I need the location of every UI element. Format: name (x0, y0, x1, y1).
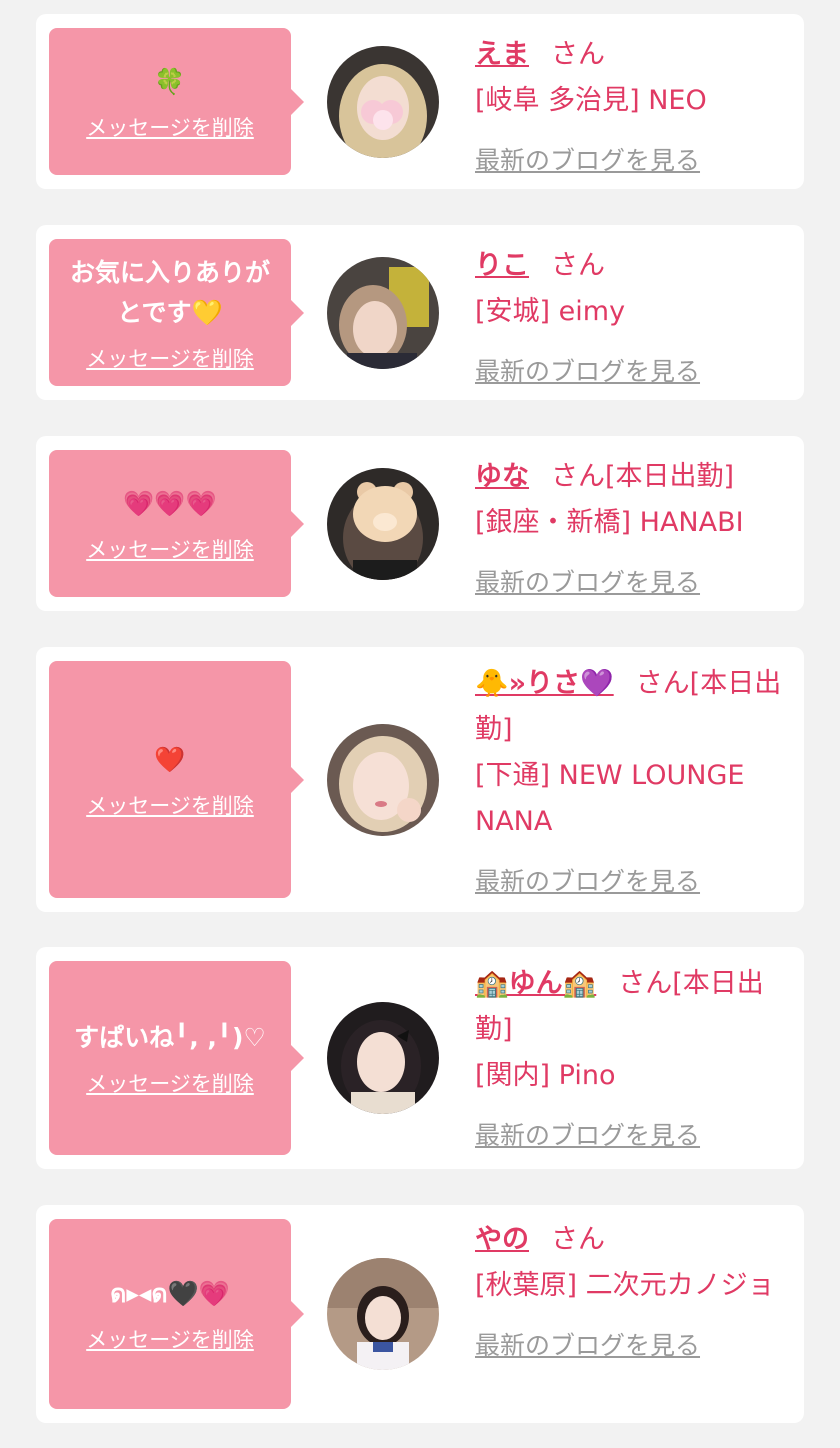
avatar[interactable] (327, 468, 439, 580)
honorific: さん (551, 39, 605, 70)
honorific: さん[本日出勤] (551, 461, 735, 492)
latest-blog-link[interactable]: 最新のブログを見る (475, 1323, 700, 1369)
message-text: すぱいね╹, ,╹)♡ (74, 1023, 266, 1052)
message-text: お気に入りありがとです💛 (69, 257, 270, 327)
message-text: 💗💗💗 (123, 488, 217, 518)
message-bubble: すぱいね╹, ,╹)♡ メッセージを削除 (49, 961, 304, 1155)
message-text: 🍀 (154, 66, 186, 96)
message-bubble: ❤️ メッセージを削除 (49, 661, 304, 898)
favorite-card: 🍀 メッセージを削除 えま さん [岐阜 多治見] NEO 最新のブログを見る (36, 14, 804, 189)
name-line: えま さん (475, 32, 793, 78)
profile-name-link[interactable]: 🐥»りさ💜 (475, 668, 614, 699)
favorite-card: すぱいね╹, ,╹)♡ メッセージを削除 🏫ゆん🏫 さん[本日出勤] [関内] P… (36, 947, 804, 1169)
delete-message-link[interactable]: メッセージを削除 (86, 343, 254, 373)
avatar[interactable] (327, 1002, 439, 1114)
delete-message-link[interactable]: メッセージを削除 (86, 112, 254, 142)
name-line: りこ さん (475, 243, 793, 289)
profile-info: やの さん [秋葉原] 二次元カノジョ 最新のブログを見る (475, 1217, 793, 1369)
delete-message-link[interactable]: メッセージを削除 (86, 1068, 254, 1098)
shop-name: [銀座・新橋] HANABI (475, 507, 744, 538)
profile-info: ゆな さん[本日出勤] [銀座・新橋] HANABI 最新のブログを見る (475, 454, 793, 606)
honorific: さん (551, 250, 605, 281)
latest-blog-link[interactable]: 最新のブログを見る (475, 859, 700, 905)
profile-info: 🐥»りさ💜 さん[本日出勤] [下通] NEW LOUNGE NANA 最新のブロ… (475, 661, 793, 905)
shop-name: [秋葉原] 二次元カノジョ (475, 1270, 775, 1301)
message-bubble: お気に入りありがとです💛 メッセージを削除 (49, 239, 304, 386)
avatar[interactable] (327, 257, 439, 369)
name-line: 🐥»りさ💜 さん[本日出勤] (475, 661, 793, 753)
delete-message-link[interactable]: メッセージを削除 (86, 1324, 254, 1354)
delete-message-link[interactable]: メッセージを削除 (86, 534, 254, 564)
name-line: ゆな さん[本日出勤] (475, 454, 793, 500)
profile-name-link[interactable]: やの (475, 1224, 529, 1255)
profile-name-link[interactable]: 🏫ゆん🏫 (475, 968, 596, 999)
profile-info: 🏫ゆん🏫 さん[本日出勤] [関内] Pino 最新のブログを見る (475, 961, 793, 1159)
shop-name: [安城] eimy (475, 296, 626, 327)
avatar[interactable] (327, 724, 439, 836)
profile-info: りこ さん [安城] eimy 最新のブログを見る (475, 243, 793, 395)
shop-name: [関内] Pino (475, 1060, 616, 1091)
profile-name-link[interactable]: ゆな (475, 461, 529, 492)
latest-blog-link[interactable]: 最新のブログを見る (475, 1113, 700, 1159)
latest-blog-link[interactable]: 最新のブログを見る (475, 138, 700, 184)
honorific: さん (551, 1224, 605, 1255)
message-text: ด▸◂ด🖤💗 (110, 1279, 230, 1308)
delete-message-link[interactable]: メッセージを削除 (86, 790, 254, 820)
profile-name-link[interactable]: りこ (475, 250, 529, 281)
name-line: やの さん (475, 1217, 793, 1263)
avatar[interactable] (327, 1258, 439, 1370)
latest-blog-link[interactable]: 最新のブログを見る (475, 560, 700, 606)
message-bubble: ด▸◂ด🖤💗 メッセージを削除 (49, 1219, 304, 1409)
favorite-card: ด▸◂ด🖤💗 メッセージを削除 やの さん [秋葉原] 二次元カノジョ 最新のブロ… (36, 1205, 804, 1423)
shop-name: [岐阜 多治見] NEO (475, 85, 707, 116)
avatar[interactable] (327, 46, 439, 158)
message-bubble: 💗💗💗 メッセージを削除 (49, 450, 304, 597)
shop-name: [下通] NEW LOUNGE NANA (475, 760, 745, 837)
profile-info: えま さん [岐阜 多治見] NEO 最新のブログを見る (475, 32, 793, 184)
message-text: ❤️ (154, 744, 186, 774)
name-line: 🏫ゆん🏫 さん[本日出勤] (475, 961, 793, 1053)
message-bubble: 🍀 メッセージを削除 (49, 28, 304, 175)
latest-blog-link[interactable]: 最新のブログを見る (475, 349, 700, 395)
profile-name-link[interactable]: えま (475, 39, 529, 70)
favorite-card: 💗💗💗 メッセージを削除 ゆな さん[本日出勤] [銀座・新橋] HANABI 最… (36, 436, 804, 611)
favorite-card: お気に入りありがとです💛 メッセージを削除 りこ さん [安城] eimy 最新の… (36, 225, 804, 400)
favorite-card: ❤️ メッセージを削除 🐥»りさ💜 さん[本日出勤] [下通] NEW LOUNG… (36, 647, 804, 912)
